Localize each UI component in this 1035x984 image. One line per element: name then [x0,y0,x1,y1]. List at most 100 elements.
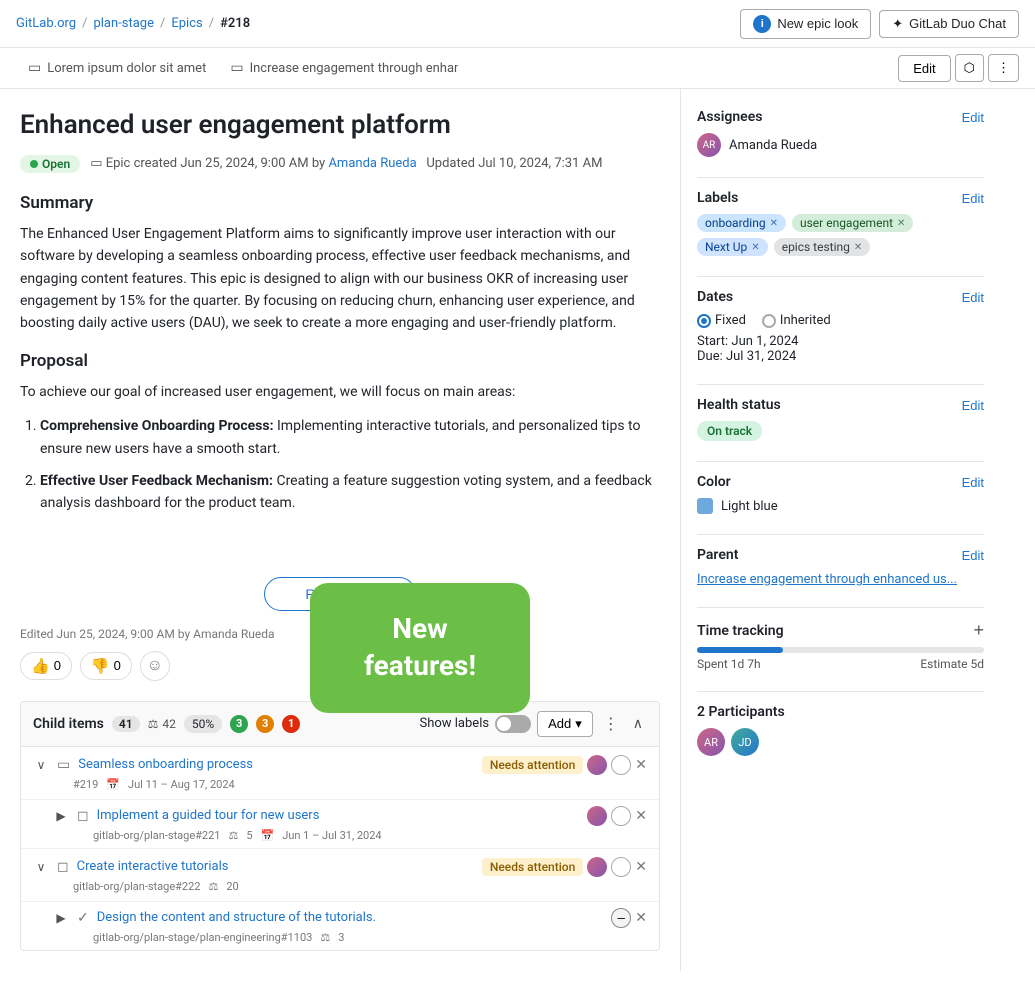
child-id-1: #219 [73,778,98,791]
breadcrumb-epics[interactable]: Epics [171,16,202,31]
health-section: Health status Edit On track [697,397,984,441]
proposal-list: Comprehensive Onboarding Process: Implem… [20,415,660,515]
sub-remove-2[interactable]: ✕ [635,909,647,926]
thumbs-down-button[interactable]: 👎 0 [80,652,132,680]
proposal-intro: To achieve our goal of increased user en… [20,381,660,403]
status-circle-2[interactable] [611,857,631,877]
time-tracking-row: Time tracking + [697,620,984,641]
nav-actions: i New epic look ✦ GitLab Duo Chat [740,9,1019,39]
child-weight: ⚖ 42 [148,717,176,731]
sub-date-1: Jun 1 – Jul 31, 2024 [282,829,381,842]
share-button[interactable]: ⬡ [955,54,984,82]
duo-chat-icon: ✦ [892,16,903,32]
participants-section: 2 Participants AR JD [697,704,984,756]
edit-button[interactable]: Edit [898,55,950,82]
new-epic-look-button[interactable]: i New epic look [740,9,871,39]
tab-2[interactable]: ▭ Increase engagement through enhanced u… [218,54,458,82]
dot-green: 3 [230,715,248,733]
duo-chat-button[interactable]: ✦ GitLab Duo Chat [879,10,1019,38]
due-date: Due: Jul 31, 2024 [697,349,984,364]
remove-1[interactable]: ✕ [635,756,647,773]
fixed-option[interactable]: Fixed [697,313,746,328]
child-actions-1: Needs attention ✕ [482,755,647,775]
participant-1: AR [697,728,725,756]
label-remove-next-up[interactable]: ✕ [751,242,759,253]
meta-author-link[interactable]: Amanda Rueda [328,156,416,171]
sub-status-2[interactable]: – [611,908,631,928]
label-remove-epics-testing[interactable]: ✕ [854,242,862,253]
status-circle-1[interactable] [611,755,631,775]
child-avatar-1 [587,755,607,775]
inherited-label: Inherited [780,313,831,328]
assignees-edit[interactable]: Edit [962,110,984,125]
child-expand-2[interactable]: ∨ [33,860,49,874]
add-time-button[interactable]: + [973,620,984,641]
child-actions-2: Needs attention ✕ [482,857,647,877]
color-row-content: Light blue [697,498,984,514]
color-value: Light blue [721,499,778,514]
tab-icon-2: ▭ [230,60,243,76]
sub-title-1[interactable]: Implement a guided tour for new users [97,808,580,823]
labels-edit[interactable]: Edit [962,191,984,206]
status-text: Open [42,157,70,171]
child-title-2[interactable]: Create interactive tutorials [77,859,474,874]
sub-remove-1[interactable]: ✕ [635,807,647,824]
issue-icon-2: ◻ [57,859,69,875]
sub-expand-1[interactable]: ▶ [53,809,69,823]
color-row: Color Edit [697,474,984,490]
assignee-avatar: AR [697,133,721,157]
toggle-track[interactable] [495,715,531,733]
time-progress-fill [697,647,783,653]
fade-overlay [20,507,660,567]
dates-row: Dates Edit [697,289,984,305]
content-wrapper: Summary The Enhanced User Engagement Pla… [20,193,660,611]
inherited-option[interactable]: Inherited [762,313,831,328]
child-title-1[interactable]: Seamless onboarding process [78,757,474,772]
sub-actions-1: ✕ [587,806,647,826]
tab-1[interactable]: ▭ Lorem ipsum dolor sit amet [16,54,218,82]
proposal-item-1-title: Comprehensive Onboarding Process: [40,418,274,434]
fixed-label: Fixed [715,313,746,328]
breadcrumb-org[interactable]: GitLab.org [16,16,76,31]
thumbs-up-count: 0 [54,658,61,673]
color-section: Color Edit Light blue [697,474,984,514]
add-emoji-button[interactable]: ☺ [140,651,170,681]
parent-value[interactable]: Increase engagement through enhanced us.… [697,572,957,587]
participant-2: JD [731,728,759,756]
more-actions-button[interactable]: ⋮ [988,54,1019,82]
child-collapse-button[interactable]: ∧ [629,711,647,736]
add-child-button[interactable]: Add ▾ [537,711,593,737]
sub-avatar-1 [587,806,607,826]
color-edit[interactable]: Edit [962,475,984,490]
breadcrumb: GitLab.org / plan-stage / Epics / #218 [16,16,250,31]
main-layout: Enhanced user engagement platform Open ▭… [0,89,1035,971]
thumbs-up-button[interactable]: 👍 0 [20,652,72,680]
add-chevron-icon: ▾ [575,716,582,732]
thumbs-down-count: 0 [114,658,121,673]
breadcrumb-section[interactable]: plan-stage [93,16,154,31]
meta-line: Open ▭ Epic created Jun 25, 2024, 9:00 A… [20,155,660,173]
sub-expand-2[interactable]: ▶ [53,911,69,925]
info-icon: i [753,15,771,33]
summary-text: The Enhanced User Engagement Platform ai… [20,223,660,335]
show-labels-toggle[interactable] [495,715,531,733]
child-expand-1[interactable]: ∨ [33,758,49,772]
child-more-button[interactable]: ⋮ [599,710,623,738]
sub-status-1[interactable] [611,806,631,826]
tab-label-2: Increase engagement through enhanced use… [250,61,459,76]
remove-2[interactable]: ✕ [635,858,647,875]
parent-edit[interactable]: Edit [962,548,984,563]
labels-section: Labels Edit onboarding ✕ user engagement… [697,190,984,256]
sub-child-2: ▶ ✓ Design the content and structure of … [21,902,659,950]
sub-title-2[interactable]: Design the content and structure of the … [97,910,604,925]
label-next-up: Next Up ✕ [697,238,768,256]
label-remove-user-engagement[interactable]: ✕ [897,218,905,229]
divider-5 [697,534,984,535]
child-items-label: Child items [33,716,104,732]
label-remove-onboarding[interactable]: ✕ [770,218,778,229]
meta-created: ▭ Epic created Jun 25, 2024, 9:00 AM by … [90,156,602,171]
show-labels-text: Show labels [419,716,489,731]
assignee-row: AR Amanda Rueda [697,133,984,157]
dates-edit[interactable]: Edit [962,290,984,305]
health-edit[interactable]: Edit [962,398,984,413]
